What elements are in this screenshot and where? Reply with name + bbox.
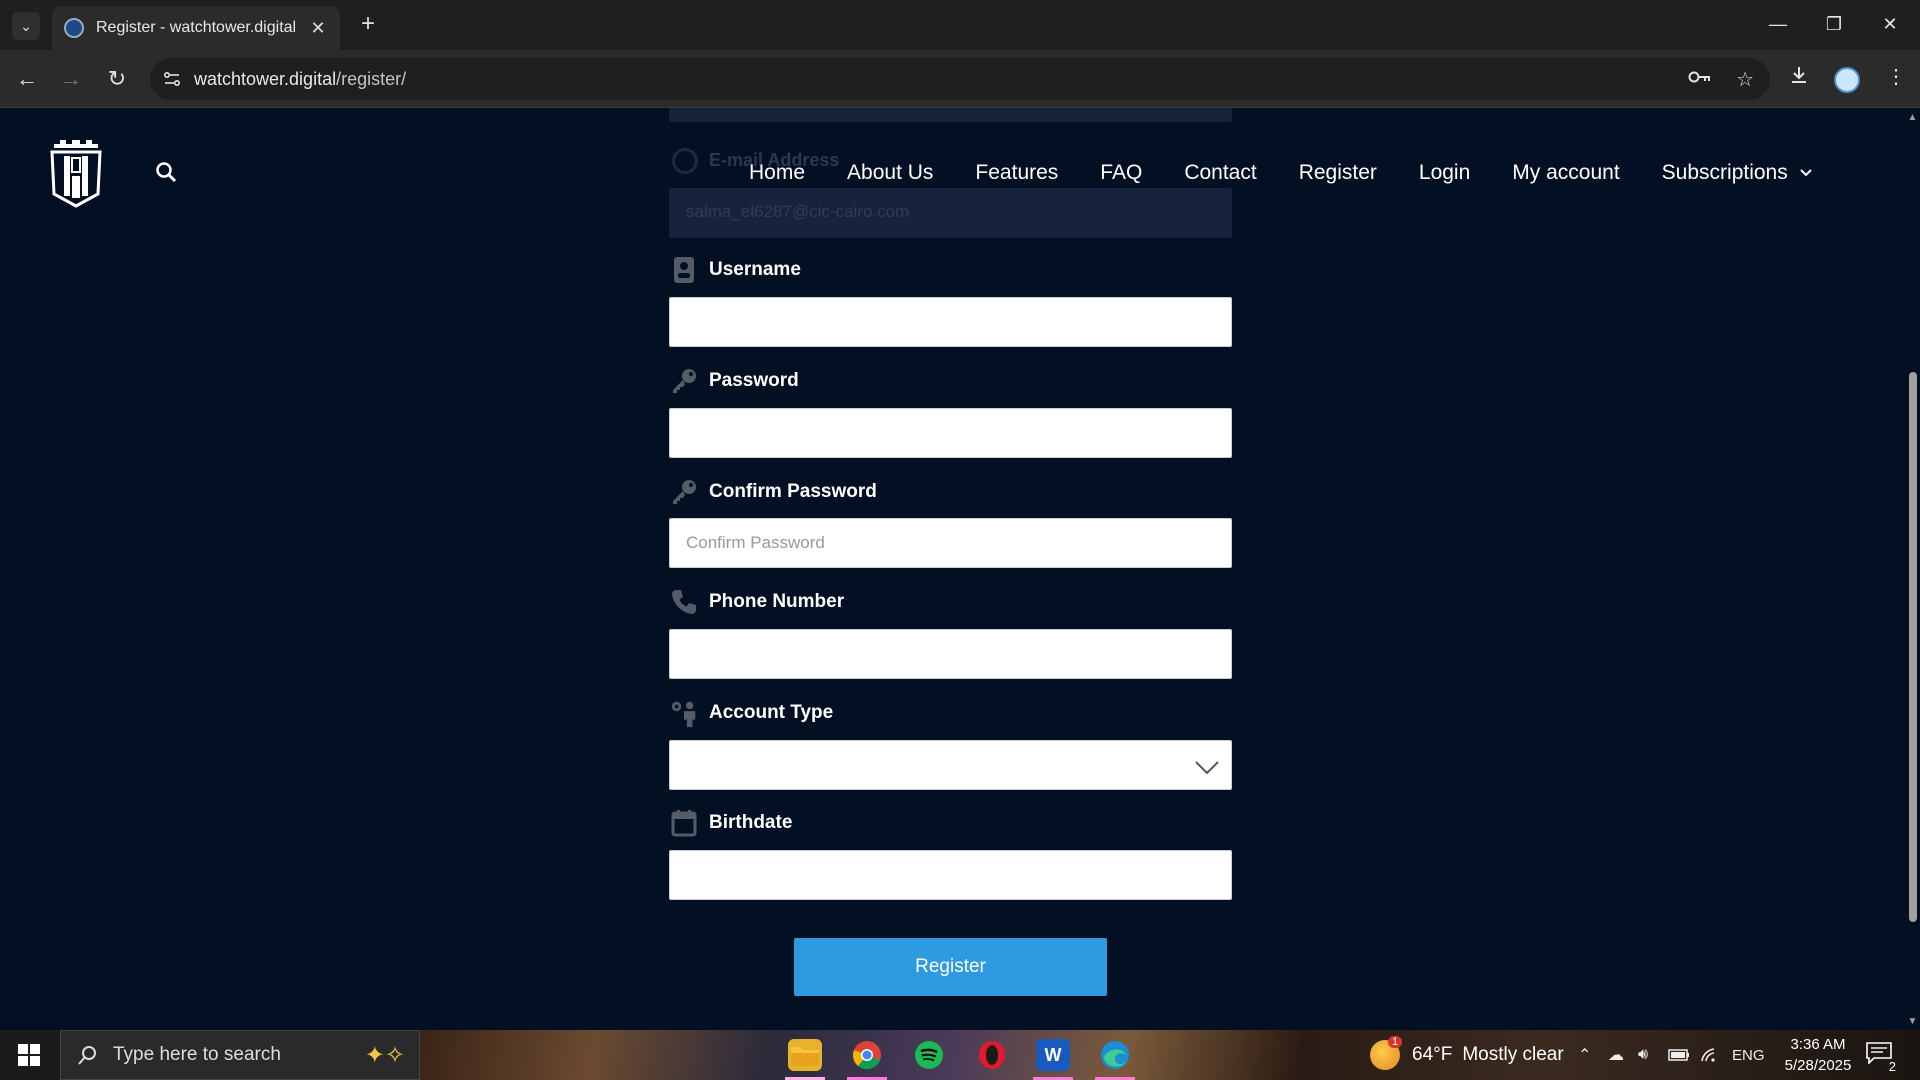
username-label-row: Username — [669, 255, 801, 285]
forward-arrow-icon[interactable]: → — [56, 64, 86, 94]
password-label: Password — [709, 370, 799, 391]
nav-about-us[interactable]: About Us — [847, 161, 933, 185]
phone-number-label: Phone Number — [709, 591, 845, 612]
download-icon[interactable] — [1788, 64, 1810, 92]
confirm-password-input[interactable]: Confirm Password — [669, 518, 1232, 568]
profile-avatar[interactable] — [1834, 67, 1860, 93]
weather-desc: Mostly clear — [1462, 1044, 1564, 1065]
notification-count: 2 — [1888, 1059, 1896, 1074]
edge-icon[interactable] — [1098, 1039, 1132, 1071]
tab-strip: ⌄ Register - watchtower.digital ✕ + — ❐ … — [0, 0, 1920, 50]
close-tab-icon[interactable]: ✕ — [308, 18, 328, 39]
copilot-sparkle-icon[interactable]: ✦✧ — [365, 1041, 405, 1070]
windows-start-icon[interactable] — [0, 1030, 58, 1080]
calendar-icon — [669, 808, 699, 838]
username-input[interactable] — [669, 297, 1232, 347]
page-scrollbar[interactable]: ▲ ▼ — [1905, 108, 1920, 1030]
scroll-down-arrow-icon[interactable]: ▼ — [1907, 1016, 1918, 1027]
clock-date: 5/28/2025 — [1784, 1057, 1852, 1074]
account-type-label: Account Type — [709, 702, 834, 723]
password-key-icon[interactable] — [1688, 68, 1712, 91]
phone-icon — [669, 587, 699, 617]
wifi-icon[interactable] — [1700, 1030, 1720, 1080]
weather-widget[interactable]: 1 64°F Mostly clear — [1370, 1030, 1564, 1080]
nav-faq[interactable]: FAQ — [1100, 161, 1142, 185]
taskbar-search-box[interactable]: Type here to search ✦✧ — [60, 1030, 420, 1080]
tab-title: Register - watchtower.digital — [96, 19, 297, 36]
reload-icon[interactable]: ↻ — [102, 64, 132, 94]
minimize-icon[interactable]: — — [1750, 0, 1806, 48]
chrome-icon[interactable] — [850, 1039, 884, 1071]
new-tab-plus-icon[interactable]: + — [354, 10, 382, 38]
volume-icon[interactable]: 🔊︎ — [1638, 1030, 1648, 1080]
bookmark-star-icon[interactable]: ☆ — [1736, 67, 1754, 92]
language-indicator[interactable]: ENG — [1732, 1030, 1765, 1080]
back-arrow-icon[interactable]: ← — [12, 64, 42, 94]
watchtower-logo[interactable] — [50, 136, 102, 208]
active-tab[interactable]: Register - watchtower.digital ✕ — [52, 6, 340, 50]
phone-label-row: Phone Number — [669, 587, 844, 617]
password-input[interactable] — [669, 408, 1232, 458]
onedrive-cloud-icon[interactable]: ☁ — [1608, 1030, 1624, 1080]
restore-icon[interactable]: ❐ — [1806, 0, 1862, 48]
account-type-label-row: Account Type — [669, 698, 833, 728]
search-icon — [78, 1046, 96, 1065]
system-clock[interactable]: 3:36 AM 5/28/2025 — [1778, 1034, 1858, 1076]
notification-center-icon[interactable]: 2 — [1866, 1042, 1896, 1074]
birthdate-input[interactable] — [669, 850, 1232, 900]
weather-temp: 64°F — [1412, 1044, 1453, 1065]
confirm-password-label-row: Confirm Password — [669, 477, 877, 507]
username-label: Username — [709, 259, 801, 280]
web-page: E-mail Address salma_el6287@cic-cairo.co… — [0, 108, 1905, 1030]
kebab-menu-icon[interactable]: ⋮ — [1886, 64, 1906, 89]
password-label-row: Password — [669, 366, 799, 396]
birthdate-label-row: Birthdate — [669, 808, 792, 838]
chevron-down-icon[interactable] — [1193, 753, 1221, 781]
show-hidden-icons-chevron-icon[interactable]: ⌃ — [1578, 1030, 1591, 1080]
key-icon — [669, 366, 699, 396]
address-bar[interactable]: watchtower.digital/register/ ☆ — [150, 58, 1770, 100]
scrollbar-thumb[interactable] — [1909, 372, 1917, 922]
nav-my-account[interactable]: My account — [1512, 161, 1619, 185]
file-explorer-icon[interactable] — [788, 1039, 822, 1071]
confirm-password-label: Confirm Password — [709, 481, 877, 502]
site-favicon-icon — [64, 18, 84, 38]
chevron-down-icon[interactable] — [1798, 165, 1814, 181]
id-card-icon — [669, 255, 699, 285]
word-icon[interactable]: W — [1036, 1039, 1070, 1071]
nav-subscriptions[interactable]: Subscriptions — [1662, 161, 1788, 185]
scroll-up-arrow-icon[interactable]: ▲ — [1907, 112, 1918, 123]
register-button[interactable]: Register — [794, 938, 1107, 996]
nav-login[interactable]: Login — [1419, 161, 1470, 185]
clock-time: 3:36 AM — [1790, 1036, 1846, 1053]
search-icon[interactable] — [154, 160, 178, 184]
url-text: watchtower.digital/register/ — [194, 68, 407, 89]
weather-badge: 1 — [1388, 1036, 1403, 1048]
nav-home[interactable]: Home — [749, 161, 805, 185]
battery-icon[interactable] — [1668, 1030, 1690, 1080]
nav-contact[interactable]: Contact — [1184, 161, 1256, 185]
close-window-icon[interactable]: ✕ — [1862, 0, 1918, 48]
taskbar-search-placeholder: Type here to search — [113, 1044, 281, 1065]
nav-features[interactable]: Features — [975, 161, 1058, 185]
account-type-select[interactable] — [669, 740, 1232, 790]
spotify-icon[interactable] — [912, 1039, 946, 1071]
tab-search-chevron-icon[interactable]: ⌄ — [12, 12, 40, 40]
phone-number-input[interactable] — [669, 629, 1232, 679]
nav-register[interactable]: Register — [1299, 161, 1377, 185]
windows-taskbar: Type here to search ✦✧ W 1 64°F Mostly c… — [0, 1030, 1920, 1080]
opera-icon[interactable] — [975, 1039, 1009, 1071]
browser-chrome: ⌄ Register - watchtower.digital ✕ + — ❐ … — [0, 0, 1920, 108]
browser-toolbar: ← → ↻ watchtower.digital/register/ ☆ ⋮ — [0, 50, 1920, 108]
user-gear-icon — [669, 698, 699, 728]
birthdate-label: Birthdate — [709, 812, 793, 833]
key-icon — [669, 477, 699, 507]
main-nav: Home About Us Features FAQ Contact Regis… — [749, 158, 1814, 188]
site-info-icon[interactable] — [150, 58, 194, 100]
site-header: Home About Us Features FAQ Contact Regis… — [0, 108, 1905, 238]
